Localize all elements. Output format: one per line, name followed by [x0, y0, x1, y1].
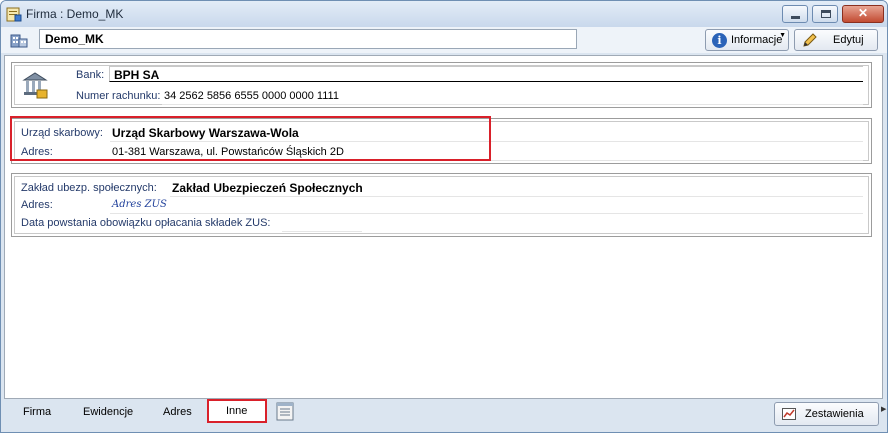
- zus-date-label: Data powstania obowiązku opłacania skład…: [21, 217, 271, 229]
- account-label: Numer rachunku:: [76, 90, 161, 102]
- info-button[interactable]: i Informacje ▼: [705, 29, 789, 51]
- scroll-right-icon[interactable]: ▶: [881, 405, 887, 421]
- maximize-button[interactable]: [812, 5, 838, 23]
- building-icon: [10, 34, 28, 48]
- bank-panel: Bank: BPH SA Numer rachunku: 34 2562 585…: [11, 62, 872, 108]
- close-icon: ✕: [857, 6, 869, 20]
- info-label: Informacje: [731, 34, 783, 46]
- title-bar: Firma : Demo_MK ✕: [1, 1, 887, 27]
- notes-icon[interactable]: [276, 401, 294, 421]
- bank-label: Bank:: [76, 69, 105, 81]
- reports-button[interactable]: Zestawienia: [774, 402, 879, 426]
- zus-label: Zakład ubezp. społecznych:: [21, 182, 157, 194]
- main-content: Bank: BPH SA Numer rachunku: 34 2562 585…: [4, 55, 883, 399]
- window-title: Firma : Demo_MK: [26, 7, 124, 21]
- zus-value: Zakład Ubezpieczeń Społecznych: [172, 181, 363, 195]
- bank-icon: [22, 72, 48, 99]
- company-card-icon: [6, 7, 22, 22]
- tab-ewidencje[interactable]: Ewidencje: [83, 406, 133, 418]
- chart-icon: [782, 408, 796, 420]
- account-value: 34 2562 5856 6555 0000 0000 1111: [164, 90, 339, 102]
- maximize-icon: [821, 10, 831, 18]
- company-window: Firma : Demo_MK ✕ Demo_MK i Informacje ▼…: [0, 0, 888, 433]
- tab-firma[interactable]: Firma: [23, 406, 51, 418]
- edit-label: Edytuj: [833, 34, 864, 46]
- zus-address-label: Adres:: [21, 199, 53, 211]
- edit-button[interactable]: Edytuj: [794, 29, 878, 51]
- minimize-icon: [791, 16, 800, 19]
- zus-address-value[interactable]: Adres ZUS: [112, 199, 167, 210]
- bank-value: BPH SA: [109, 66, 863, 82]
- company-name-field[interactable]: Demo_MK: [39, 29, 577, 49]
- close-button[interactable]: ✕: [842, 5, 884, 23]
- tax-office-highlight: [10, 116, 491, 161]
- reports-label: Zestawienia: [805, 408, 864, 420]
- info-icon: i: [712, 33, 727, 48]
- tab-inne[interactable]: Inne: [226, 405, 247, 417]
- bottom-tab-bar: Firma Ewidencje Adres Inne Zestawienia ▶: [1, 399, 887, 432]
- tab-adres[interactable]: Adres: [163, 406, 192, 418]
- pencil-icon: [803, 33, 817, 47]
- zus-panel: Zakład ubezp. społecznych: Zakład Ubezpi…: [11, 173, 872, 237]
- dropdown-arrow-icon: ▼: [779, 32, 786, 39]
- minimize-button[interactable]: [782, 5, 808, 23]
